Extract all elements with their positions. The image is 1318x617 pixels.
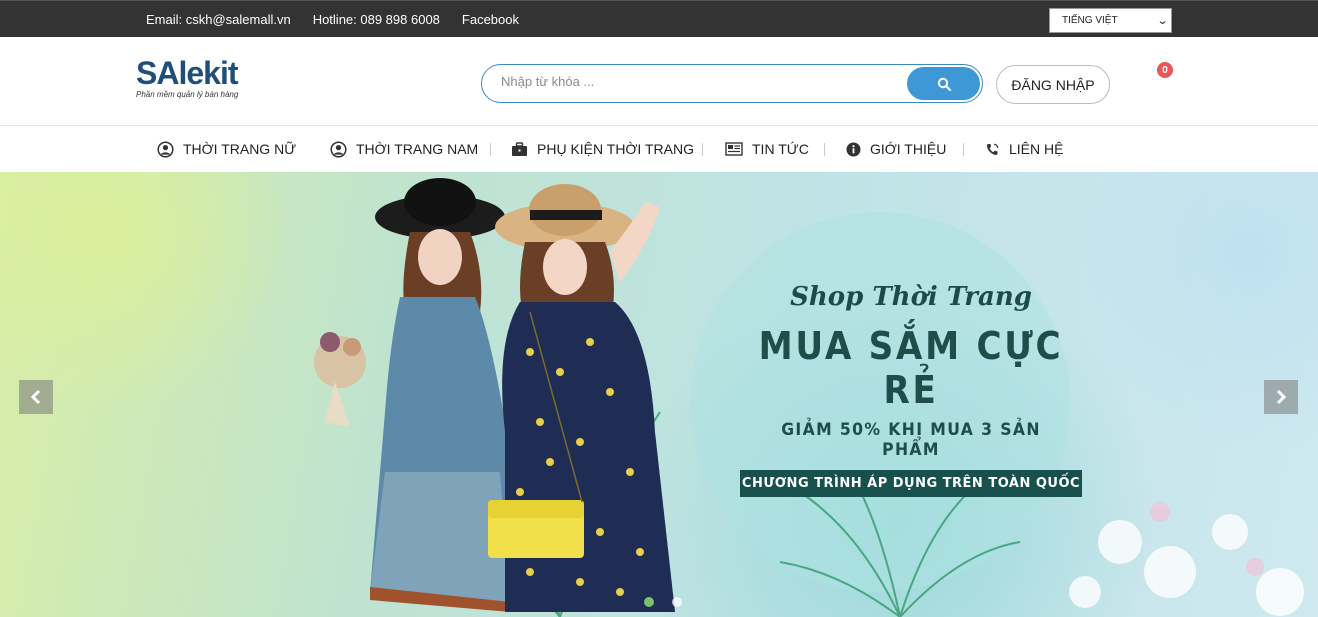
promo-offer: GIẢM 50% KHI MUA 3 SẢN PHẨM — [781, 420, 1041, 460]
nav-divider — [824, 143, 825, 156]
contact-links: Email: cskh@salemall.vn Hotline: 089 898… — [146, 12, 519, 27]
facebook-link[interactable]: Facebook — [462, 12, 519, 27]
nav-item-label: GIỚI THIỆU — [870, 141, 947, 157]
nav-item-news[interactable]: TIN TỨC — [725, 126, 809, 172]
user-circle-icon — [330, 140, 347, 158]
carousel-next-button[interactable] — [1264, 380, 1298, 414]
fashion-models-image — [314, 178, 675, 612]
nav-item-about[interactable]: GIỚI THIỆU — [846, 126, 946, 172]
logo[interactable]: SAlekit Phần mềm quản lý bán hàng — [136, 57, 256, 105]
chevron-down-icon: ⌄ — [1156, 15, 1169, 27]
search-icon — [937, 77, 951, 91]
promo-headline: MUA SẮM CỰC RẺ — [758, 324, 1064, 412]
carousel-dots — [644, 597, 682, 607]
top-bar: Email: cskh@salemall.vn Hotline: 089 898… — [0, 0, 1318, 37]
nav-divider — [702, 143, 703, 156]
nav-divider — [963, 143, 964, 156]
nav-item-accessories[interactable]: PHỤ KIỆN THỜI TRANG — [511, 126, 694, 172]
chevron-left-icon — [30, 389, 41, 405]
chevron-right-icon — [1276, 389, 1287, 405]
search-box — [481, 64, 983, 103]
main-nav: THỜI TRANG NỮ THỜI TRANG NAM PHỤ KIỆN TH… — [0, 126, 1318, 172]
nav-item-contact[interactable]: LIÊN HỆ — [985, 126, 1063, 172]
nav-item-label: THỜI TRANG NAM — [356, 141, 479, 157]
briefcase-icon — [512, 141, 527, 156]
nav-item-label: PHỤ KIỆN THỜI TRANG — [537, 141, 694, 157]
hero-banner: Shop Thời Trang MUA SẮM CỰC RẺ GIẢM 50% … — [0, 172, 1318, 617]
logo-wordmark: SAlekit — [136, 55, 238, 91]
nav-item-label: TIN TỨC — [752, 141, 809, 157]
nav-item-mens-fashion[interactable]: THỜI TRANG NAM — [330, 126, 478, 172]
nav-item-label: THỜI TRANG NỮ — [183, 141, 297, 157]
login-button[interactable]: ĐĂNG NHẬP — [996, 65, 1110, 104]
phone-icon — [987, 143, 999, 155]
promo-subtitle: Shop Thời Trang — [790, 282, 1032, 312]
site-header: SAlekit Phần mềm quản lý bán hàng ĐĂNG N… — [0, 37, 1318, 126]
contact-hotline[interactable]: Hotline: 089 898 6008 — [313, 12, 440, 27]
carousel-prev-button[interactable] — [19, 380, 53, 414]
promo-note: CHƯƠNG TRÌNH ÁP DỤNG TRÊN TOÀN QUỐC — [740, 470, 1082, 497]
nav-item-label: LIÊN HỆ — [1009, 141, 1064, 157]
cart-count-badge[interactable]: 0 — [1157, 62, 1173, 78]
language-select-value: TIẾNG VIỆT — [1062, 15, 1118, 26]
contact-email[interactable]: Email: cskh@salemall.vn — [146, 12, 291, 27]
search-button[interactable] — [907, 67, 980, 100]
language-select[interactable]: TIẾNG VIỆT ⌄ — [1049, 8, 1172, 33]
info-icon — [846, 142, 861, 156]
user-circle-icon — [157, 140, 174, 158]
nav-divider — [490, 143, 491, 156]
logo-tagline: Phần mềm quản lý bán hàng — [136, 90, 239, 99]
newspaper-icon — [725, 142, 743, 156]
promo-block: Shop Thời Trang MUA SẮM CỰC RẺ GIẢM 50% … — [740, 282, 1082, 497]
nav-item-womens-fashion[interactable]: THỜI TRANG NỮ — [157, 126, 296, 172]
carousel-dot[interactable] — [644, 597, 654, 607]
carousel-dot[interactable] — [672, 597, 682, 607]
search-input[interactable] — [501, 74, 901, 89]
